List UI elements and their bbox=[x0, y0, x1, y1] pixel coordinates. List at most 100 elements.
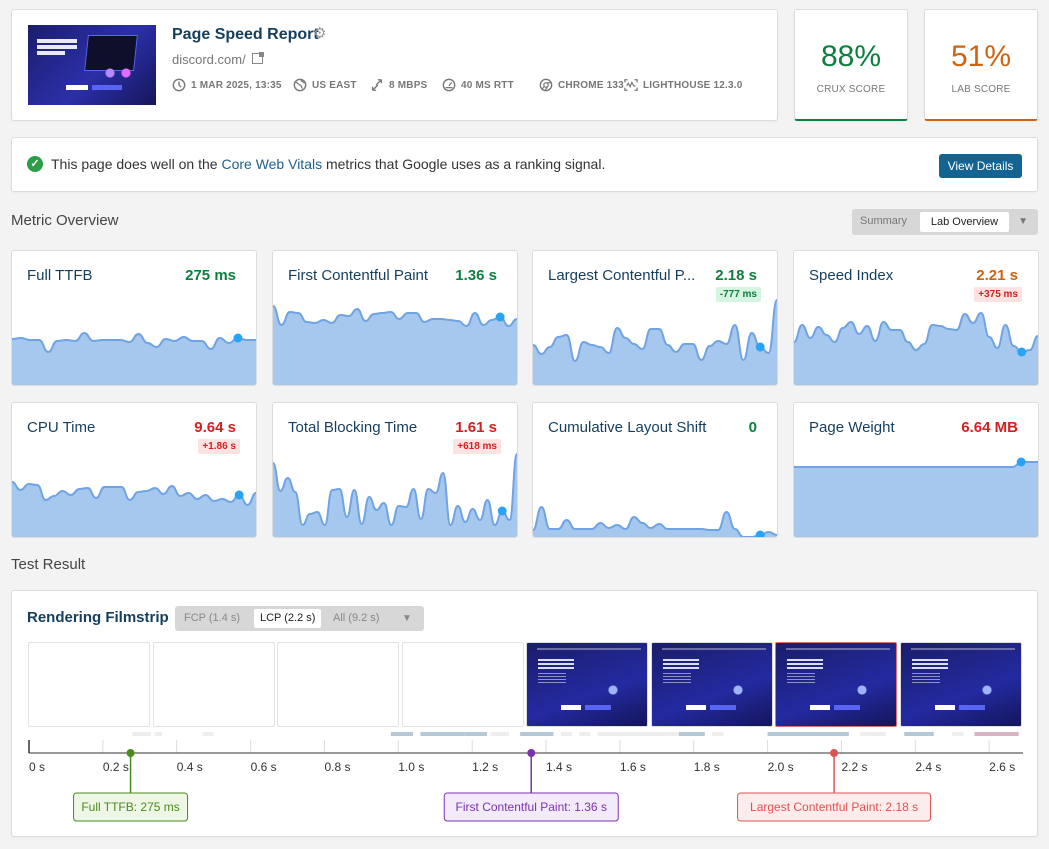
globe-icon bbox=[293, 78, 307, 92]
metric-name: Page Weight bbox=[809, 419, 895, 436]
network-request-bar bbox=[767, 732, 849, 736]
lighthouse-icon bbox=[624, 79, 638, 91]
tab-summary[interactable]: Summary bbox=[860, 215, 907, 227]
metric-card-cpu-time[interactable]: CPU Time 9.64 s +1.86 s bbox=[11, 402, 257, 538]
sparkline-area bbox=[273, 454, 517, 537]
sparkline-line bbox=[273, 453, 517, 527]
marker-dot[interactable] bbox=[527, 749, 536, 757]
metric-value: 275 ms bbox=[185, 267, 236, 284]
external-link-icon[interactable] bbox=[252, 52, 264, 64]
metric-sparkline bbox=[12, 481, 256, 537]
network-request-bar bbox=[132, 732, 151, 736]
sparkline-area bbox=[273, 306, 517, 385]
marker-dot[interactable] bbox=[830, 749, 839, 757]
axis-tick-label: 2.0 s bbox=[768, 760, 794, 774]
metric-sparkline bbox=[273, 453, 517, 537]
marker-label: First Contentful Paint: 1.36 s bbox=[456, 800, 607, 814]
current-value-dot[interactable] bbox=[234, 490, 244, 500]
core-web-vitals-link[interactable]: Core Web Vitals bbox=[221, 156, 322, 172]
metric-card-full-ttfb[interactable]: Full TTFB 275 ms bbox=[11, 250, 257, 386]
current-value-dot[interactable] bbox=[495, 312, 505, 322]
axis-tick-label: 0 s bbox=[29, 760, 45, 774]
metric-sparkline bbox=[533, 299, 777, 385]
axis-tick-label: 1.4 s bbox=[546, 760, 572, 774]
marker-label: Largest Contentful Paint: 2.18 s bbox=[750, 800, 918, 814]
axis-tick-label: 0.6 s bbox=[251, 760, 277, 774]
metric-name: Speed Index bbox=[809, 267, 894, 284]
marker-dot[interactable] bbox=[126, 749, 135, 757]
sparkline-line bbox=[794, 461, 1038, 468]
axis-tick-label: 0.2 s bbox=[103, 760, 129, 774]
crux-score-card[interactable]: 88% CRUX SCORE bbox=[794, 9, 908, 121]
metric-card-cumulative-layout-shift[interactable]: Cumulative Layout Shift 0 bbox=[532, 402, 778, 538]
metric-sparkline bbox=[273, 305, 517, 385]
network-request-bar bbox=[712, 732, 724, 736]
overview-view-toggle: Summary Lab Overview ▼ bbox=[852, 209, 1038, 235]
page-title: Page Speed Report bbox=[172, 26, 319, 43]
test-lighthouse-version: LIGHTHOUSE 12.3.0 bbox=[624, 78, 743, 92]
sparkline-area bbox=[12, 482, 256, 537]
axis-tick-label: 2.4 s bbox=[915, 760, 941, 774]
latency-gauge-icon bbox=[442, 78, 456, 92]
crux-score-value: 88% bbox=[820, 40, 882, 73]
test-date: 1 MAR 2025, 13:35 bbox=[172, 78, 282, 92]
lab-score-value: 51% bbox=[950, 40, 1012, 73]
current-value-dot[interactable] bbox=[1016, 457, 1026, 467]
metric-name: Full TTFB bbox=[27, 267, 93, 284]
network-request-bar bbox=[390, 732, 414, 736]
test-location: US EAST bbox=[293, 78, 357, 92]
metric-value: 6.64 MB bbox=[961, 419, 1018, 436]
axis-tick-label: 2.2 s bbox=[841, 760, 867, 774]
metric-value: 0 bbox=[748, 419, 757, 436]
metric-value: 1.36 s bbox=[455, 267, 497, 284]
metric-card-largest-contentful-p[interactable]: Largest Contentful P... 2.18 s -777 ms bbox=[532, 250, 778, 386]
thumbnail-download-button bbox=[66, 85, 88, 90]
chrome-icon bbox=[539, 78, 553, 92]
test-browser: CHROME 133 bbox=[539, 78, 624, 92]
network-request-bar bbox=[904, 732, 934, 736]
network-request-bar bbox=[597, 732, 679, 736]
marker-label: Full TTFB: 275 ms bbox=[81, 800, 179, 814]
clock-icon bbox=[172, 78, 186, 92]
current-value-dot[interactable] bbox=[497, 506, 507, 516]
gear-icon[interactable]: ⚙ bbox=[313, 26, 327, 41]
tested-url[interactable]: discord.com/ bbox=[172, 52, 246, 67]
dropdown-arrow-icon[interactable]: ▼ bbox=[1018, 216, 1028, 227]
current-value-dot[interactable] bbox=[1017, 347, 1027, 357]
bandwidth-icon bbox=[371, 79, 383, 91]
current-value-dot[interactable] bbox=[233, 333, 243, 343]
network-request-bar bbox=[420, 732, 465, 736]
lab-score-card[interactable]: 51% LAB SCORE bbox=[924, 9, 1038, 121]
network-request-bar bbox=[490, 732, 510, 736]
metric-value: 9.64 s bbox=[194, 419, 236, 436]
metric-card-page-weight[interactable]: Page Weight 6.64 MB bbox=[793, 402, 1039, 538]
axis-tick-label: 1.8 s bbox=[694, 760, 720, 774]
test-latency: 40 MS RTT bbox=[442, 78, 514, 92]
metric-card-total-blocking-time[interactable]: Total Blocking Time 1.61 s +618 ms bbox=[272, 402, 518, 538]
page-thumbnail[interactable] bbox=[28, 25, 156, 105]
sparkline-area bbox=[12, 333, 256, 385]
metric-name: Total Blocking Time bbox=[288, 419, 418, 436]
metric-card-first-contentful-paint[interactable]: First Contentful Paint 1.36 s bbox=[272, 250, 518, 386]
metric-card-speed-index[interactable]: Speed Index 2.21 s +375 ms bbox=[793, 250, 1039, 386]
view-details-button[interactable]: View Details bbox=[939, 154, 1022, 178]
current-value-dot[interactable] bbox=[755, 342, 765, 352]
network-request-bar bbox=[202, 732, 214, 736]
metric-name: CPU Time bbox=[27, 419, 96, 436]
core-web-vitals-banner: ✓ This page does well on the Core Web Vi… bbox=[11, 137, 1038, 192]
network-request-bar bbox=[579, 732, 591, 736]
metric-overview-heading: Metric Overview bbox=[11, 212, 119, 229]
axis-tick-label: 2.6 s bbox=[989, 760, 1015, 774]
metric-value: 2.21 s bbox=[976, 267, 1018, 284]
metric-value: 1.61 s bbox=[455, 419, 497, 436]
axis-tick-label: 0.4 s bbox=[177, 760, 203, 774]
thumbnail-open-button bbox=[92, 85, 122, 90]
metric-sparkline bbox=[794, 457, 1038, 537]
axis-tick-label: 1.0 s bbox=[398, 760, 424, 774]
current-value-dot[interactable] bbox=[755, 530, 765, 538]
lab-score-label: LAB SCORE bbox=[951, 84, 1011, 95]
network-request-bar bbox=[464, 732, 487, 736]
check-circle-icon: ✓ bbox=[27, 156, 43, 172]
tab-lab-overview[interactable]: Lab Overview bbox=[920, 212, 1009, 232]
cwv-message: This page does well on the Core Web Vita… bbox=[51, 156, 606, 172]
